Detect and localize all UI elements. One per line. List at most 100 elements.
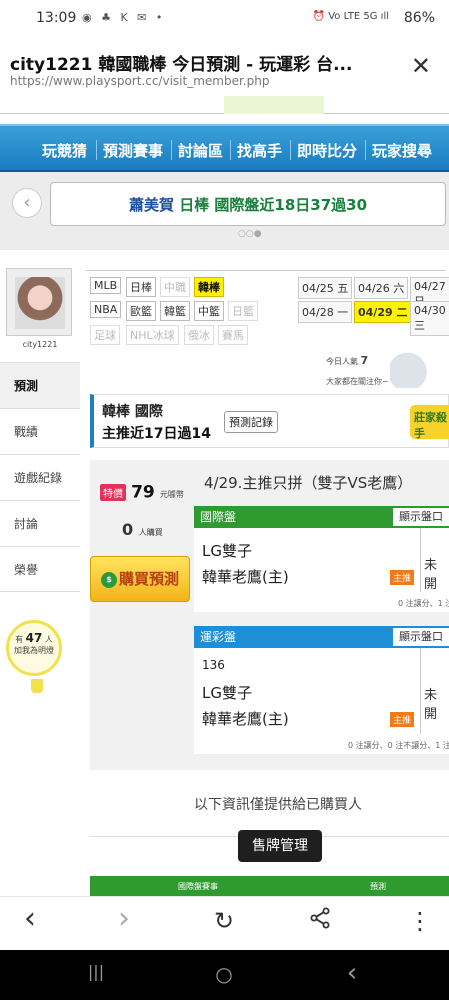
tab-predict[interactable]: 預測 — [0, 362, 80, 408]
nav-item-predict[interactable]: 預測賽事 — [103, 140, 163, 161]
price-unit: 元噱幣 — [159, 490, 184, 499]
signal-icons: ⏰ Vo LTE 5G ıll — [312, 11, 389, 22]
system-back-icon[interactable]: ‹ — [332, 958, 372, 988]
cat-nhl[interactable]: NHL冰球 — [126, 325, 179, 345]
price-value: 79 — [131, 482, 155, 503]
page-url[interactable]: https://www.playsport.cc/visit_member.ph… — [10, 74, 269, 88]
browser-toolbar: ‹ › ↻ ⋮ — [0, 896, 449, 950]
page-top-strip — [0, 96, 449, 114]
cat-jp-basket[interactable]: 日籃 — [228, 301, 258, 321]
recents-icon[interactable]: ||| — [76, 962, 116, 981]
lottery-divider — [420, 648, 421, 734]
decorative-graphic — [390, 348, 448, 388]
username: city1221 — [22, 340, 58, 349]
buyers-value: 0 — [122, 520, 134, 539]
cat-kbo[interactable]: 韓棒 — [194, 277, 224, 297]
nav-item-livescore[interactable]: 即時比分 — [297, 140, 357, 161]
date-0430[interactable]: 04/30 三 — [410, 301, 449, 336]
intl-header: 國際盤 顯示盤口 — [194, 506, 449, 528]
intl-odds-section: 國際盤 顯示盤口 LG雙子 韓華老鷹(主) 主推 未開 0 注讓分、1 注 — [194, 506, 449, 612]
share-icon[interactable] — [300, 907, 340, 935]
cat-nba[interactable]: NBA — [90, 301, 122, 318]
tab-discussion[interactable]: 討論 — [0, 500, 80, 546]
announcement-carousel: ‹ 蕭美賀 日棒 國際盤近18日37過30 ○○● — [0, 172, 449, 250]
intl-divider — [420, 528, 421, 592]
category-selector: MLB 日棒 中職 韓棒 NBA 歐籃 韓籃 中籃 日籃 足球 NHL冰球 俄冰… — [86, 270, 449, 350]
lightbulb-follow-button[interactable]: 有 47 人 加我為明燈 — [6, 620, 62, 693]
main-nav: 玩競猜 預測賽事 討論區 找高手 即時比分 玩家搜尋 — [0, 124, 449, 172]
nav-divider — [365, 140, 366, 160]
tab-honor[interactable]: 榮譽 — [0, 546, 80, 592]
likes-text: 加我為明燈 — [14, 646, 54, 655]
history-button[interactable]: 預測記錄 — [224, 411, 278, 433]
popularity: 今日人氣 7 — [326, 354, 368, 367]
table-col-predict: 預測 — [370, 882, 386, 891]
menu-icon[interactable]: ⋮ — [400, 907, 440, 935]
buy-prediction-button[interactable]: $ 購買預測 — [90, 556, 190, 602]
sales-manage-button[interactable]: 售牌管理 — [238, 830, 322, 862]
nav-divider — [290, 140, 291, 160]
game-title: 4/29.主推只拼（雙子VS老鷹） — [204, 474, 413, 492]
special-tag: 特價 — [100, 484, 126, 501]
popularity-value: 7 — [360, 354, 369, 367]
carousel-slide[interactable]: 蕭美賀 日棒 國際盤近18日37過30 — [50, 182, 446, 226]
cat-cpbl[interactable]: 中職 — [160, 277, 190, 297]
nav-divider — [96, 140, 97, 160]
nav-item-guess[interactable]: 玩競猜 — [42, 140, 87, 161]
battery-level: 86% — [403, 10, 435, 26]
lottery-header-label: 運彩盤 — [200, 630, 237, 644]
date-0428[interactable]: 04/28 一 — [298, 301, 353, 323]
reload-icon[interactable]: ↻ — [204, 907, 244, 935]
nav-item-forum[interactable]: 討論區 — [178, 140, 223, 161]
forward-icon[interactable]: › — [104, 901, 144, 936]
lottery-show-odds-button[interactable]: 顯示盤口 — [393, 628, 449, 646]
page-title: city1221 韓國職棒 今日預測 - 玩運彩 台... — [10, 55, 353, 75]
cat-horse[interactable]: 賽馬 — [218, 325, 248, 345]
tab-record[interactable]: 戰績 — [0, 408, 80, 454]
nav-divider — [171, 140, 172, 160]
headline-league: 韓棒 國際 — [102, 404, 163, 420]
date-0425[interactable]: 04/25 五 — [298, 277, 353, 299]
close-icon[interactable]: ✕ — [411, 52, 431, 80]
cat-euro-basket[interactable]: 歐籃 — [126, 301, 156, 321]
carousel-text: 日棒 國際盤近18日37過30 — [179, 196, 368, 214]
cat-kr-basket[interactable]: 韓籃 — [160, 301, 190, 321]
headline-record: 主推近17日過14 — [102, 426, 211, 442]
popularity-label: 今日人氣 — [326, 357, 358, 366]
chevron-left-icon[interactable]: ‹ — [12, 188, 42, 218]
date-0429[interactable]: 04/29 二 — [354, 301, 412, 323]
intl-team1: LG雙子 — [202, 542, 252, 560]
share-glyph — [310, 907, 330, 929]
intl-show-odds-button[interactable]: 顯示盤口 — [393, 508, 449, 526]
nav-item-search[interactable]: 玩家搜尋 — [372, 140, 432, 161]
cat-tw-basket[interactable]: 中籃 — [194, 301, 224, 321]
lottery-team1: LG雙子 — [202, 684, 252, 702]
status-bar: 13:09 ◉ ♣ K ✉ • ⏰ Vo LTE 5G ıll 86% — [0, 0, 449, 38]
home-icon[interactable]: ○ — [204, 962, 244, 986]
cat-soccer[interactable]: 足球 — [90, 325, 120, 345]
lightbulb-icon — [31, 679, 43, 693]
nav-divider — [230, 140, 231, 160]
cat-npb[interactable]: 日棒 — [126, 277, 156, 297]
lottery-header: 運彩盤 顯示盤口 — [194, 626, 449, 648]
award-badge: 莊家殺手 — [410, 405, 449, 440]
lottery-main-badge: 主推 — [390, 712, 415, 727]
table-col-intl: 國際盤賽事 — [178, 882, 218, 891]
avatar-image — [15, 277, 65, 329]
watching-text: 大家都在關注你~ — [326, 377, 389, 386]
profile-sidebar: city1221 預測 戰績 遊戲紀錄 討論 榮譽 有 47 人 加我為明燈 — [0, 262, 80, 902]
nav-item-experts[interactable]: 找高手 — [237, 140, 282, 161]
notification-icons: ◉ ♣ K ✉ • — [82, 11, 166, 24]
avatar[interactable] — [6, 268, 72, 336]
intl-team2: 韓華老鷹(主) — [202, 568, 289, 586]
browser-title-bar: city1221 韓國職棒 今日預測 - 玩運彩 台... https://ww… — [0, 38, 449, 96]
likes-prefix: 有 — [15, 635, 24, 644]
tab-game-log[interactable]: 遊戲紀錄 — [0, 454, 80, 500]
cat-khl[interactable]: 俄冰 — [184, 325, 214, 345]
intl-main-badge: 主推 — [390, 570, 415, 585]
date-0426[interactable]: 04/26 六 — [354, 277, 409, 299]
back-icon[interactable]: ‹ — [10, 901, 50, 936]
cat-mlb[interactable]: MLB — [90, 277, 122, 294]
lottery-code: 136 — [202, 658, 225, 672]
intl-header-label: 國際盤 — [200, 510, 237, 524]
